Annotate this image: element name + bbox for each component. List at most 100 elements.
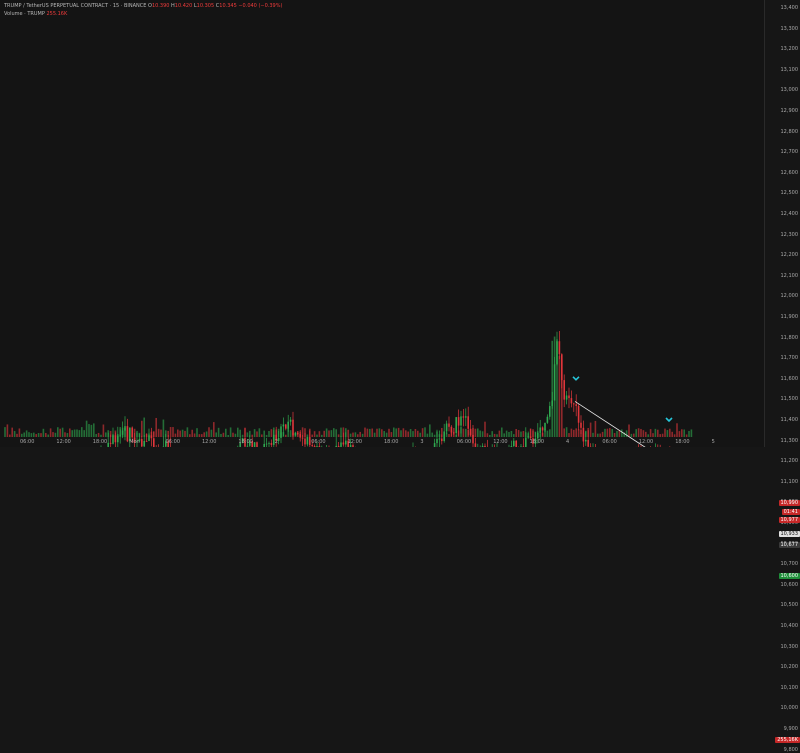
price-tick: 11,700 [781,355,799,361]
volume-bar [628,424,630,437]
volume-bar [136,431,138,437]
time-tick: 18:00 [384,439,398,445]
ohlc-item: O10.390 [148,3,169,9]
volume-bar [211,430,213,437]
volume-bar [537,431,539,437]
volume-bar [323,431,325,437]
volume-bar [419,433,421,437]
volume-bar [508,432,510,437]
volume-bar [489,435,491,437]
volume-legend[interactable]: Volume · TRUMP 255.16K [4,11,67,17]
volume-bar [647,434,649,437]
time-tick: 18:00 [675,439,689,445]
volume-bar [388,429,390,437]
volume-bar [225,429,227,437]
price-tick: 11,100 [781,479,799,485]
volume-bar [467,430,469,437]
candle-body [283,424,285,426]
chart-area[interactable] [0,0,764,447]
volume-bar [559,356,561,437]
volume-bar [566,427,568,437]
volume-bar [235,434,237,437]
volume-bar [203,432,205,437]
volume-bar [314,431,316,437]
candle-body [465,416,467,417]
volume-bar [475,429,477,437]
volume-bar [19,428,21,437]
volume-bar [328,430,330,437]
volume-bar [679,431,681,437]
price-tick: 13,100 [781,67,799,73]
price-tick: 13,400 [781,5,799,11]
volume-bar [71,430,73,437]
price-axis[interactable]: 13,40013,30013,20013,10013,00012,90012,8… [764,0,800,447]
price-tag: 10,977 [779,517,800,523]
volume-bar [14,431,16,437]
volume-bar [465,429,467,437]
volume-bar [518,430,520,437]
volume-bar [292,433,294,437]
volume-bar [443,434,445,437]
time-tick: 5 [712,439,715,445]
volume-bar [592,433,594,437]
candle-body [266,444,268,445]
volume-bar [105,432,107,437]
volume-bar [638,428,640,437]
volume-bar [93,423,95,437]
volume-bar [141,421,143,437]
candle-body [566,395,568,399]
volume-bar [143,418,145,437]
price-tick: 12,200 [781,252,799,258]
volume-bar [338,434,340,437]
volume-bar [59,429,61,437]
volume-bar [62,428,64,437]
price-tick: 12,500 [781,190,799,196]
volume-bar [520,432,522,437]
volume-bar [607,429,609,437]
volume-bar [95,434,97,437]
volume-bar [64,432,66,437]
price-tick: 11,200 [781,458,799,464]
price-tick: 12,700 [781,149,799,155]
candle-body [559,341,561,354]
volume-bar [191,430,193,437]
time-tick: 3 [420,439,423,445]
time-tick: 18:00 [238,439,252,445]
volume-bar [127,430,129,437]
candle-body [271,443,273,445]
price-chart[interactable] [0,0,764,447]
volume-bar [187,427,189,437]
price-tick: 9,900 [784,726,798,732]
volume-bar [403,428,405,437]
volume-bar [304,428,306,437]
price-tick: 10,600 [781,582,799,588]
volume-bar [33,433,35,437]
candle-body [153,438,155,447]
volume-bar [189,434,191,437]
candle-body [585,440,587,442]
time-tick: 4 [566,439,569,445]
volume-bar [446,432,448,437]
volume-bar [47,435,49,437]
price-tag: 255,16K [775,737,800,743]
volume-bar [158,429,160,437]
volume-bar [23,432,25,437]
volume-bar [482,431,484,437]
volume-bar [525,432,527,437]
candle-body [256,442,258,447]
volume-bar [400,430,402,437]
symbol-legend[interactable]: TRUMP / TetherUS PERPETUAL CONTRACT · 15… [4,3,282,9]
volume-bar [215,432,217,437]
volume-bar [139,433,141,437]
volume-bar [611,429,613,437]
volume-bar [280,432,282,437]
volume-bar [155,418,157,437]
price-tick: 10,000 [781,705,799,711]
price-tag: 01:41 [782,509,800,515]
signal-arrow [573,377,579,380]
volume-bar [307,434,309,437]
candle-body [515,441,517,447]
volume-bar [575,428,577,437]
candle-body [278,438,280,441]
volume-bar [28,432,30,437]
